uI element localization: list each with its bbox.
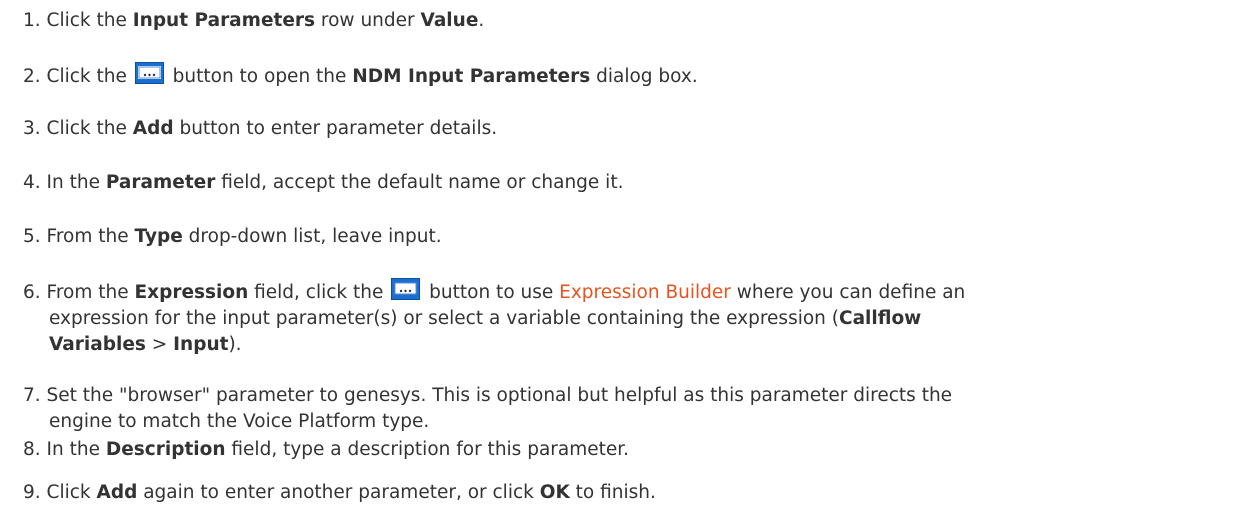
step-5: 5. From the Type drop-down list, leave i…: [23, 226, 442, 247]
step-number: 5.: [23, 226, 41, 247]
ellipsis-button-icon: [391, 278, 421, 300]
genesys-value: genesys: [343, 385, 421, 406]
step-number: 6.: [23, 282, 41, 303]
ok-term: OK: [539, 482, 570, 503]
ndm-input-parameters-term: NDM Input Parameters: [352, 66, 591, 87]
instruction-steps: 1. Click the Input Parameters row under …: [0, 0, 1254, 510]
variables-term: Variables: [49, 334, 146, 355]
step-4: 4. In the Parameter field, accept the de…: [23, 172, 624, 193]
step-number: 2.: [23, 66, 41, 87]
step-number: 9.: [23, 482, 41, 503]
callflow-term: Callflow: [839, 308, 922, 329]
step-number: 4.: [23, 172, 41, 193]
step-8: 8. In the Description field, type a desc…: [23, 439, 630, 460]
value-term: Value: [420, 10, 479, 31]
step-6: 6. From the Expression field, click the …: [23, 278, 1233, 358]
step-2: 2. Click the button to open the NDM Inpu…: [23, 62, 1233, 90]
step-3: 3. Click the Add button to enter paramet…: [23, 118, 498, 139]
type-term: Type: [134, 226, 183, 247]
step-1: 1. Click the Input Parameters row under …: [23, 10, 485, 31]
add-term: Add: [96, 482, 138, 503]
step-9: 9. Click Add again to enter another para…: [23, 482, 656, 503]
step-number: 7.: [23, 385, 41, 406]
step-number: 3.: [23, 118, 41, 139]
expression-term: Expression: [134, 282, 249, 303]
ellipsis-button-icon: [134, 62, 164, 84]
input-term: Input: [173, 334, 229, 355]
expression-builder-link[interactable]: Expression Builder: [559, 282, 731, 303]
step-number: 1.: [23, 10, 41, 31]
add-term: Add: [132, 118, 174, 139]
description-term: Description: [105, 439, 226, 460]
step-7: 7. Set the "browser" parameter to genesy…: [23, 385, 953, 432]
parameter-term: Parameter: [105, 172, 216, 193]
input-parameters-term: Input Parameters: [132, 10, 316, 31]
step-number: 8.: [23, 439, 41, 460]
